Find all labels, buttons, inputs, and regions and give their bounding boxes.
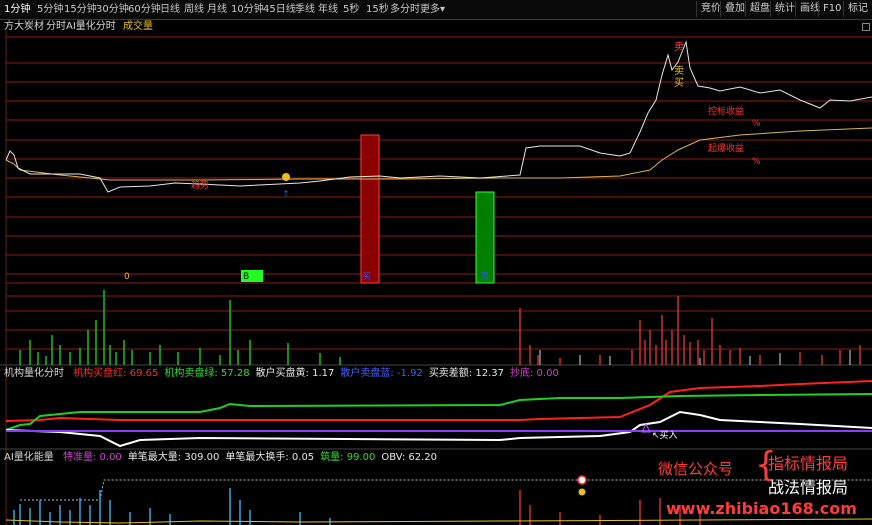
indicator-panel-2-header: AI量化能量 特准量: 0.00 单笔最大量: 309.00 单笔最大换手: 0.0… xyxy=(4,452,437,464)
green-signal-bar xyxy=(475,191,495,284)
watermark-url: www.zhibiao168.com xyxy=(666,499,857,518)
indicator-value-4: OBV: 62.20 xyxy=(381,452,437,463)
trend-arrow-icon: ↑ xyxy=(282,190,290,200)
energy-dotted-line xyxy=(20,479,872,501)
green-bar-label: 卖 xyxy=(480,272,490,282)
start-profit-label: 起爆收益 xyxy=(708,144,745,154)
indicator-value-4: 买卖差额: 12.37 xyxy=(428,368,504,379)
control-profit-label: 控标收益 xyxy=(708,107,745,117)
sell-signal-label-2: 卖 xyxy=(674,66,684,77)
buy-signal-label: 买 xyxy=(674,78,684,89)
indicator-value-1: 单笔最大量: 309.00 xyxy=(127,452,220,463)
energy-marker-icon xyxy=(577,475,587,485)
buy-in-marker: ↖买入 xyxy=(652,431,678,441)
green-box-label: B xyxy=(243,272,250,282)
retail-buy-line xyxy=(5,410,872,448)
indicator-panel-1-header: 机构量化分时 机构买盘红: 69.65 机构卖盘绿: 57.28 散户买盘黄: 1.… xyxy=(4,368,559,380)
energy-bottom-line xyxy=(5,518,872,524)
indicator-value-3: 筑量: 99.00 xyxy=(320,452,376,463)
indicator-value-2: 散户买盘黄: 1.17 xyxy=(255,368,335,379)
indicator-value-0: 机构买盘红: 69.65 xyxy=(73,368,159,379)
chart-canvas: ↑ xyxy=(0,30,872,525)
indicator-value-3: 散户卖盘蓝: -1.92 xyxy=(340,368,423,379)
indicator-value-5: 抄底: 0.00 xyxy=(510,368,559,379)
zero-label: 0 xyxy=(124,272,130,282)
sell-signal-label: 卖 xyxy=(674,42,684,53)
watermark-line1: 指标情报局 xyxy=(768,454,849,473)
indicator-panel-2-title: AI量化能量 xyxy=(4,452,54,463)
institution-buy-line xyxy=(5,380,872,422)
red-signal-bar xyxy=(360,134,380,284)
watermark-wechat: 微信公众号 xyxy=(658,460,734,478)
indicator-value-1: 机构卖盘绿: 57.28 xyxy=(164,368,250,379)
institution-sell-line xyxy=(5,393,872,431)
indicator-value-2: 单笔最大换手: 0.05 xyxy=(225,452,315,463)
start-profit-pct: % xyxy=(752,157,761,167)
indicator-value-0: 特准量: 0.00 xyxy=(62,452,122,463)
trend-label: 趋势 xyxy=(191,181,210,191)
watermark-line2: 战法情报局 xyxy=(768,478,849,497)
indicator-panel-1-title: 机构量化分时 xyxy=(4,368,64,379)
red-bar-label: 买 xyxy=(362,272,372,282)
control-profit-pct: % xyxy=(752,119,761,129)
energy-coin-icon xyxy=(578,488,586,496)
trend-marker-icon xyxy=(282,173,290,181)
